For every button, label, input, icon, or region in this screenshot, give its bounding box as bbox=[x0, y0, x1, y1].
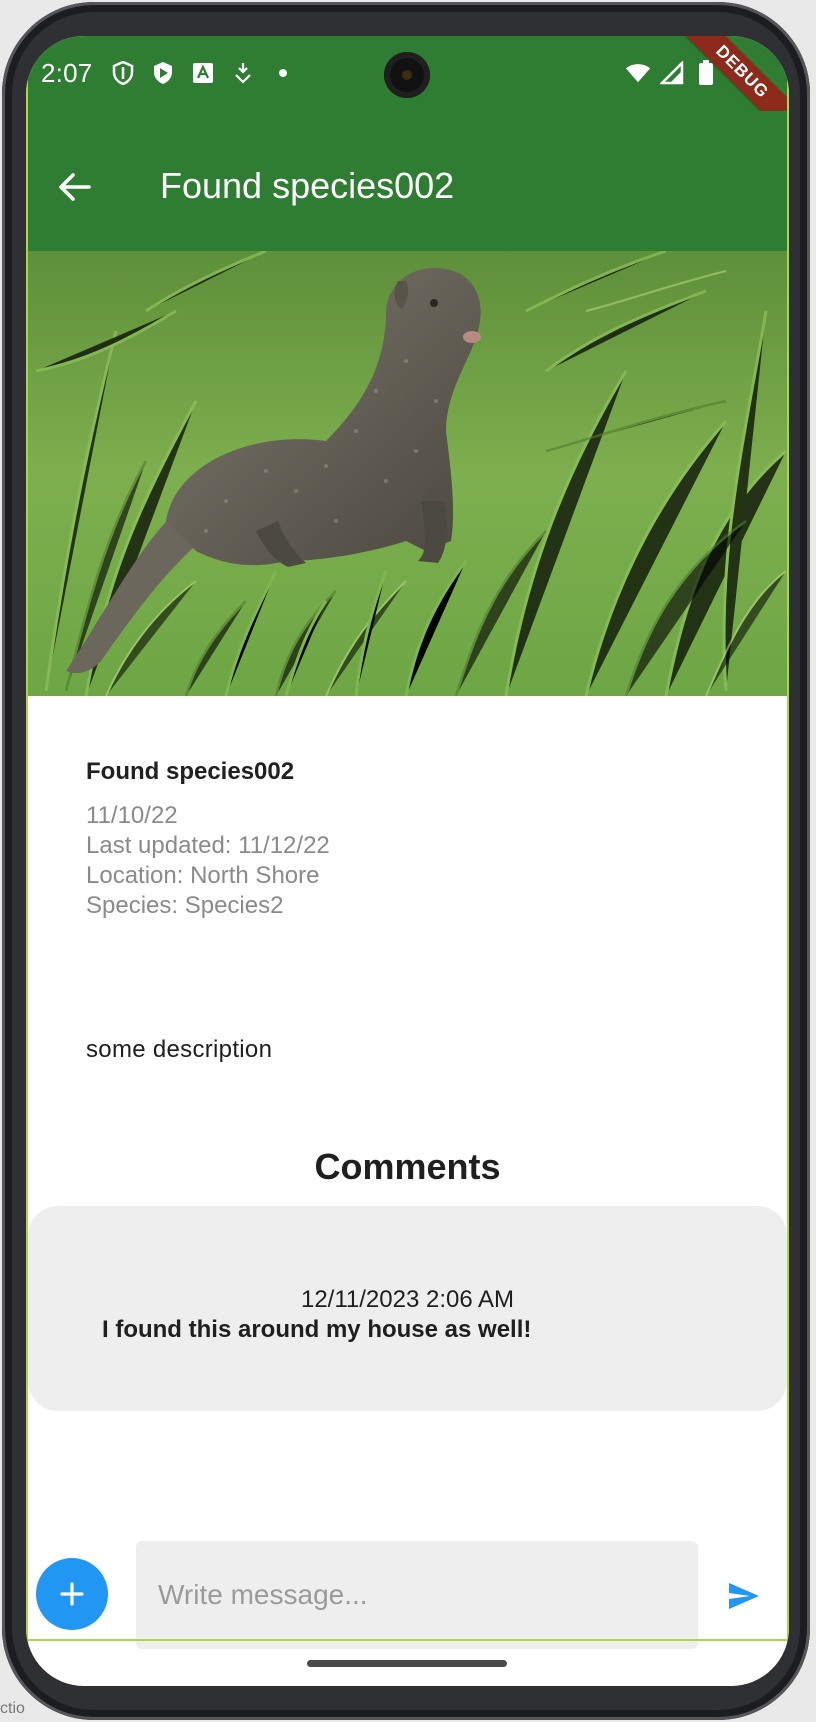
screen-edge-left bbox=[26, 36, 28, 1639]
message-input[interactable] bbox=[136, 1541, 698, 1649]
sighting-title: Found species002 bbox=[86, 758, 295, 785]
message-composer bbox=[26, 1506, 789, 1649]
send-icon bbox=[729, 1583, 759, 1609]
species-photo bbox=[26, 251, 789, 696]
arrow-back-icon bbox=[59, 173, 91, 201]
send-button[interactable] bbox=[726, 1578, 762, 1614]
shield-play-icon bbox=[150, 60, 176, 86]
outside-caption: ctio bbox=[0, 1700, 25, 1717]
app-bar: Found species002 bbox=[26, 111, 789, 251]
page-title: Found species002 bbox=[160, 165, 455, 206]
download-signal-icon bbox=[230, 60, 256, 86]
mongoose-photo-illustration bbox=[26, 251, 789, 696]
sighting-species: Species: Species2 bbox=[86, 892, 284, 919]
status-notification-icons bbox=[110, 60, 296, 86]
status-bar: 2:07 DEBUG bbox=[26, 36, 789, 143]
font-a-icon bbox=[190, 60, 216, 86]
status-system-icons bbox=[625, 60, 719, 86]
front-camera bbox=[384, 52, 430, 98]
add-attachment-button[interactable] bbox=[36, 1558, 108, 1630]
status-time: 2:07 bbox=[41, 58, 93, 88]
home-indicator[interactable] bbox=[307, 1660, 507, 1667]
sighting-date: 11/10/22 bbox=[86, 802, 178, 829]
wifi-icon bbox=[625, 60, 651, 86]
sighting-last-updated: Last updated: 11/12/22 bbox=[86, 832, 330, 859]
phone-device: 2:07 DEBUG Found species002 Found specie… bbox=[0, 0, 816, 1722]
comment-timestamp: 12/11/2023 2:06 AM bbox=[300, 1286, 515, 1313]
sighting-description: some description bbox=[86, 1036, 273, 1063]
bottom-divider bbox=[26, 1639, 789, 1641]
comment-text: I found this around my house as well! bbox=[102, 1316, 532, 1343]
plus-icon bbox=[60, 1582, 84, 1606]
comments-heading: Comments bbox=[314, 1146, 501, 1187]
sighting-location: Location: North Shore bbox=[86, 862, 320, 889]
app-screen: 2:07 DEBUG Found species002 Found specie… bbox=[26, 36, 789, 1686]
screen-edge-right bbox=[787, 36, 789, 1639]
shield-outline-icon bbox=[110, 60, 136, 86]
back-button[interactable] bbox=[56, 169, 92, 205]
dot-icon bbox=[270, 60, 296, 86]
cell-signal-icon bbox=[659, 60, 685, 86]
comment-card: 12/11/2023 2:06 AM I found this around m… bbox=[28, 1206, 787, 1411]
